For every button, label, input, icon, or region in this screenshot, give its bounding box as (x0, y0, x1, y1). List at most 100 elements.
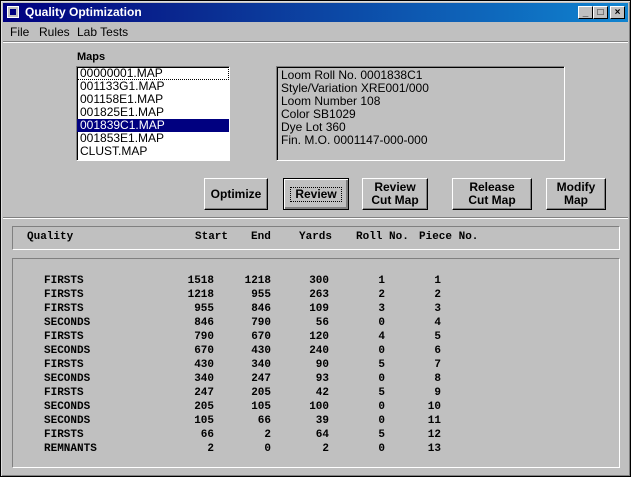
cell-start: 955 (194, 303, 214, 315)
section-separator (3, 217, 628, 219)
cell-quality: SECONDS (44, 401, 91, 413)
maps-listbox[interactable]: 00000001.MAP 001133G1.MAP 001158E1.MAP 0… (76, 66, 230, 161)
cell-piece-no: 3 (434, 303, 441, 315)
cell-quality: FIRSTS (44, 387, 84, 399)
cell-quality: SECONDS (44, 415, 91, 427)
header-piece-no: Piece No. (419, 231, 479, 243)
cell-start: 340 (194, 373, 214, 385)
cell-quality: REMNANTS (44, 443, 97, 455)
modify-map-button[interactable]: Modify Map (546, 178, 606, 210)
map-list-item[interactable]: CLUST.MAP (77, 145, 229, 158)
cell-quality: FIRSTS (44, 303, 84, 315)
cell-roll-no: 0 (378, 317, 385, 329)
cell-end: 205 (251, 387, 271, 399)
cell-yards: 109 (309, 303, 329, 315)
cell-yards: 56 (315, 317, 329, 329)
cell-start: 430 (194, 359, 214, 371)
cell-yards: 300 (309, 275, 329, 287)
cell-start: 66 (200, 429, 214, 441)
optimize-button-label: Optimize (210, 186, 262, 201)
menu-lab-tests[interactable]: Lab Tests (77, 25, 128, 39)
cell-roll-no: 0 (378, 415, 385, 427)
cell-piece-no: 6 (434, 345, 441, 357)
header-end: End (251, 231, 271, 243)
cell-piece-no: 10 (427, 401, 441, 413)
maximize-button[interactable]: □ (593, 6, 608, 19)
cell-piece-no: 1 (434, 275, 441, 287)
cell-end: 2 (264, 429, 271, 441)
cell-roll-no: 0 (378, 345, 385, 357)
cell-start: 1518 (187, 275, 214, 287)
cell-piece-no: 5 (434, 331, 441, 343)
results-panel: FIRSTS 1518 1218 300 1 1 FIRSTS 1218 955 263 2 2 FIR… (12, 258, 620, 468)
cell-end: 0 (264, 443, 271, 455)
review-cut-map-button[interactable]: Review Cut Map (362, 178, 428, 210)
table-row: FIRSTS 247 205 42 5 9 (13, 387, 619, 401)
cell-start: 205 (194, 401, 214, 413)
optimize-button[interactable]: Optimize (204, 178, 268, 210)
menu-bar: File Rules Lab Tests (3, 23, 628, 41)
results-table: FIRSTS 1518 1218 300 1 1 FIRSTS 1218 955 263 2 2 FIR… (13, 275, 619, 465)
cell-piece-no: 13 (427, 443, 441, 455)
cell-roll-no: 0 (378, 373, 385, 385)
header-roll-no: Roll No. (356, 231, 409, 243)
cell-start: 105 (194, 415, 214, 427)
cell-yards: 93 (315, 373, 329, 385)
cell-start: 670 (194, 345, 214, 357)
cell-end: 670 (251, 331, 271, 343)
cell-roll-no: 1 (378, 275, 385, 287)
cell-yards: 2 (322, 443, 329, 455)
menu-file[interactable]: File (10, 25, 29, 39)
minimize-button[interactable]: _ (578, 6, 593, 19)
cell-roll-no: 3 (378, 303, 385, 315)
cell-piece-no: 11 (427, 415, 441, 427)
review-button-label: Review (290, 186, 342, 202)
cell-yards: 39 (315, 415, 329, 427)
menu-rules[interactable]: Rules (39, 25, 70, 39)
cell-yards: 42 (315, 387, 329, 399)
cell-yards: 120 (309, 331, 329, 343)
maps-label: Maps (77, 51, 106, 63)
cell-start: 846 (194, 317, 214, 329)
title-bar[interactable]: Quality Optimization _ □ × (3, 3, 628, 22)
cell-piece-no: 12 (427, 429, 441, 441)
cell-piece-no: 8 (434, 373, 441, 385)
table-header-row: Quality Start End Yards Roll No. Piece N… (13, 231, 619, 245)
cell-quality: FIRSTS (44, 429, 84, 441)
cell-yards: 263 (309, 289, 329, 301)
cell-start: 247 (194, 387, 214, 399)
review-cut-map-label-2: Cut Map (371, 193, 419, 207)
cell-piece-no: 2 (434, 289, 441, 301)
cell-piece-no: 9 (434, 387, 441, 399)
cell-end: 66 (257, 415, 271, 427)
roll-info-panel: Loom Roll No. 0001838C1 Style/Variation … (276, 66, 565, 161)
cell-end: 105 (251, 401, 271, 413)
cell-quality: SECONDS (44, 373, 91, 385)
cell-quality: FIRSTS (44, 359, 84, 371)
cell-end: 430 (251, 345, 271, 357)
cell-end: 846 (251, 303, 271, 315)
cell-quality: FIRSTS (44, 289, 84, 301)
close-button[interactable]: × (610, 6, 625, 19)
table-row: FIRSTS 955 846 109 3 3 (13, 303, 619, 317)
table-row: FIRSTS 430 340 90 5 7 (13, 359, 619, 373)
header-yards: Yards (299, 231, 333, 243)
table-row: SECONDS 340 247 93 0 8 (13, 373, 619, 387)
table-row: SECONDS 670 430 240 0 6 (13, 345, 619, 359)
cell-yards: 240 (309, 345, 329, 357)
cell-roll-no: 5 (378, 359, 385, 371)
table-header-panel: Quality Start End Yards Roll No. Piece N… (12, 226, 620, 250)
table-row: REMNANTS 2 0 2 0 13 (13, 443, 619, 457)
app-icon[interactable] (7, 6, 19, 18)
cell-end: 340 (251, 359, 271, 371)
header-start: Start (195, 231, 229, 243)
table-row: SECONDS 105 66 39 0 11 (13, 415, 619, 429)
review-button[interactable]: Review (283, 178, 349, 210)
table-row: FIRSTS 1518 1218 300 1 1 (13, 275, 619, 289)
cell-quality: FIRSTS (44, 275, 84, 287)
release-cut-map-button[interactable]: Release Cut Map (452, 178, 532, 210)
cell-start: 1218 (187, 289, 214, 301)
cell-start: 2 (207, 443, 214, 455)
cell-quality: SECONDS (44, 317, 91, 329)
cell-end: 790 (251, 317, 271, 329)
